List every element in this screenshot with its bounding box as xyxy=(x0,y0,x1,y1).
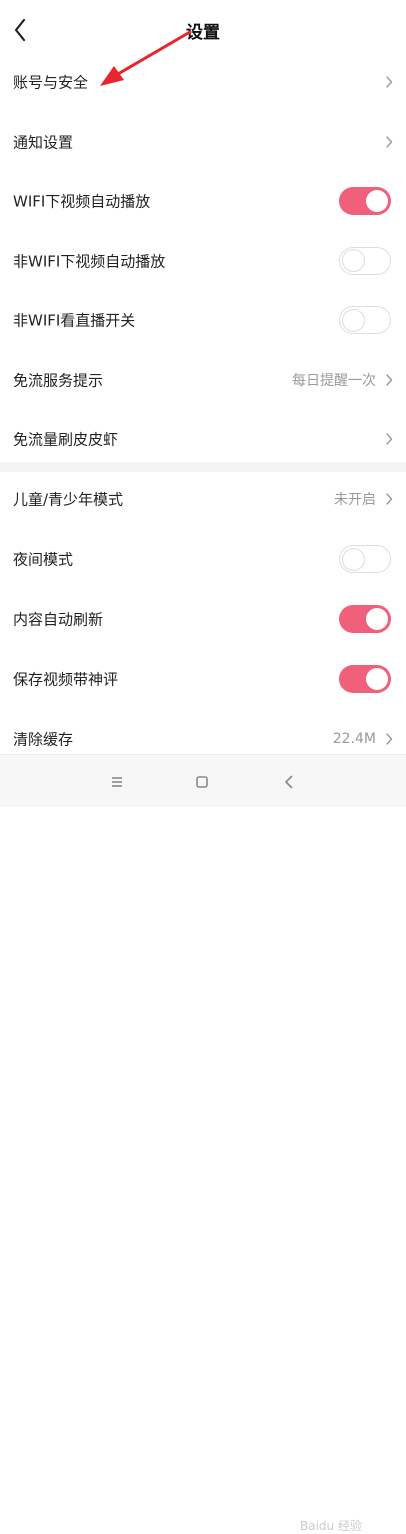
toggle-knob xyxy=(366,190,388,212)
settings-row-label: 账号与安全 xyxy=(13,73,89,92)
settings-row[interactable]: WIFI下视频自动播放 xyxy=(0,171,406,231)
nav-home-button[interactable] xyxy=(189,769,215,795)
settings-row-label: WIFI下视频自动播放 xyxy=(13,192,151,211)
settings-row[interactable]: 儿童/青少年模式 未开启 xyxy=(0,469,406,529)
toggle-switch[interactable] xyxy=(339,545,391,573)
chevron-right-icon xyxy=(385,733,393,745)
settings-row[interactable]: 保存视频带神评 xyxy=(0,649,406,709)
settings-row-value: 未开启 xyxy=(334,492,376,508)
settings-row-label: 内容自动刷新 xyxy=(13,610,104,629)
chevron-right-icon xyxy=(385,135,393,148)
chevron-right-icon xyxy=(385,433,393,445)
settings-row-label: 免流量刷皮皮虾 xyxy=(13,430,119,449)
chevron-right-icon xyxy=(385,76,393,88)
toggle-knob xyxy=(342,308,365,332)
chevron-right-icon xyxy=(385,373,393,386)
back-triangle-icon xyxy=(285,775,293,789)
settings-row-label: 儿童/青少年模式 xyxy=(13,490,124,509)
toggle-switch[interactable] xyxy=(339,246,391,275)
settings-row-label: 非WIFI下视频自动播放 xyxy=(13,252,166,270)
chevron-right-icon xyxy=(385,493,393,505)
settings-row-label: 非WIFI看直播开关 xyxy=(13,311,136,330)
settings-row-label: 夜间模式 xyxy=(13,550,74,569)
settings-row[interactable]: 非WIFI下视频自动播放 xyxy=(0,231,406,291)
settings-row-label: 清除缓存 xyxy=(13,730,74,749)
toggle-switch[interactable] xyxy=(339,306,391,334)
settings-row-label: 免流服务提示 xyxy=(13,371,104,389)
menu-icon xyxy=(112,777,122,787)
toggle-knob xyxy=(366,668,388,690)
toggle-switch[interactable] xyxy=(339,665,391,693)
nav-menu-button[interactable] xyxy=(104,769,130,795)
settings-row[interactable]: 免流服务提示 每日提醒一次 xyxy=(0,350,406,410)
toggle-switch[interactable] xyxy=(339,187,391,215)
toggle-switch[interactable] xyxy=(339,605,391,633)
settings-row[interactable]: 内容自动刷新 xyxy=(0,589,406,649)
toggle-knob xyxy=(342,249,365,272)
settings-row-label: 通知设置 xyxy=(13,133,74,151)
settings-row-value: 每日提醒一次 xyxy=(292,372,376,389)
settings-row-label: 保存视频带神评 xyxy=(13,670,119,689)
nav-back-button[interactable] xyxy=(276,769,302,795)
settings-row[interactable]: 账号与安全 xyxy=(0,52,406,112)
toggle-knob xyxy=(366,608,388,630)
system-nav-bar: Baidu 经验 xyxy=(0,754,406,1533)
toggle-knob xyxy=(342,547,365,571)
settings-row[interactable]: 夜间模式 xyxy=(0,529,406,589)
settings-row[interactable]: 非WIFI看直播开关 xyxy=(0,290,406,350)
settings-row[interactable]: 免流量刷皮皮虾 xyxy=(0,409,406,469)
settings-row[interactable]: 通知设置 xyxy=(0,112,406,172)
settings-row-value: 22.4M xyxy=(332,731,376,747)
watermark-text: Baidu 经验 xyxy=(300,1519,362,1533)
page-title: 设置 xyxy=(186,23,220,43)
home-square-icon xyxy=(196,776,208,788)
